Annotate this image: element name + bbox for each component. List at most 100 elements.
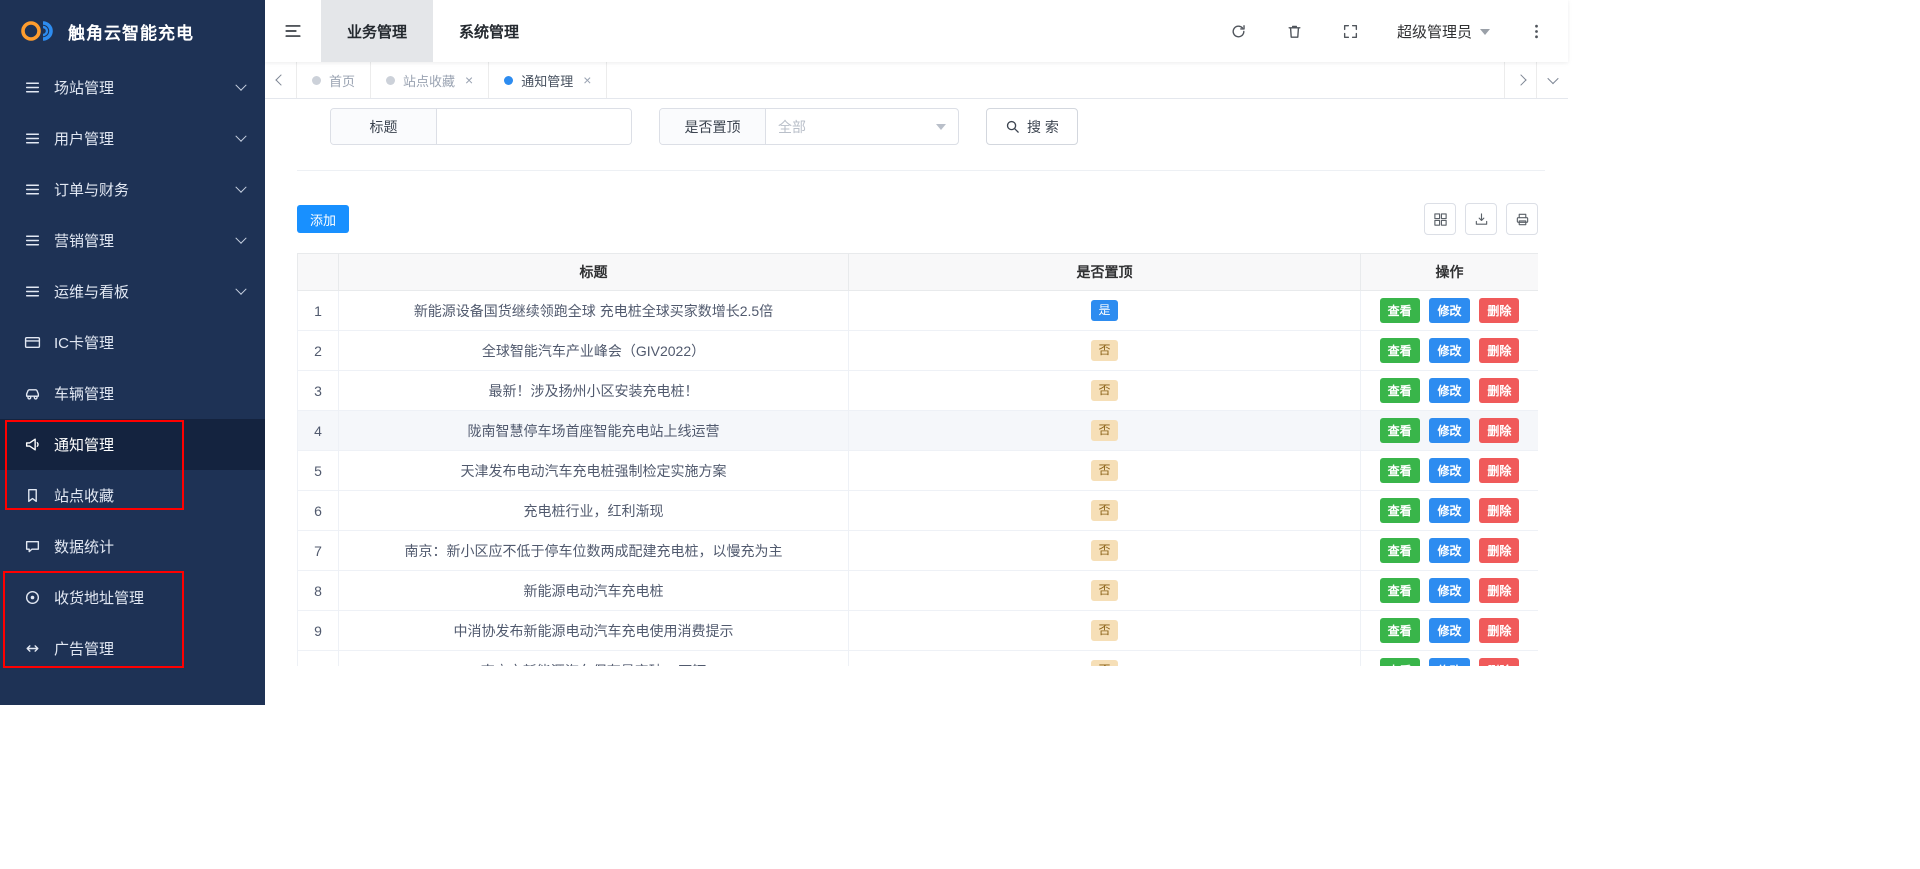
delete-button[interactable]: 删除 bbox=[1479, 658, 1520, 666]
filter-bar: 标题 是否置顶 全部 搜 索 bbox=[330, 108, 1078, 145]
table-row: 7 南京：新小区应不低于停车位数两成配建充电桩，以慢充为主 否 查看 修改 删除 bbox=[297, 530, 1538, 571]
view-button[interactable]: 查看 bbox=[1379, 538, 1420, 563]
topbar-actions: 超级管理员 bbox=[1229, 21, 1568, 42]
sidebar-item-shipping-address[interactable]: 收货地址管理 bbox=[0, 572, 265, 623]
edit-button[interactable]: 修改 bbox=[1429, 498, 1470, 523]
tags-menu-icon[interactable] bbox=[1536, 62, 1568, 98]
target-icon bbox=[24, 589, 41, 606]
topbar-tab-system[interactable]: 系统管理 bbox=[433, 0, 545, 62]
topbar: 业务管理 系统管理 超级管理员 bbox=[265, 0, 1568, 62]
view-button[interactable]: 查看 bbox=[1379, 378, 1420, 403]
card-icon bbox=[24, 334, 41, 351]
edit-button[interactable]: 修改 bbox=[1429, 458, 1470, 483]
fullscreen-icon[interactable] bbox=[1341, 21, 1361, 41]
sidebar-item-ic-card[interactable]: IC卡管理 bbox=[0, 317, 265, 368]
section-divider bbox=[297, 170, 1545, 171]
delete-button[interactable]: 删除 bbox=[1479, 498, 1520, 523]
add-button[interactable]: 添加 bbox=[297, 205, 350, 233]
edit-button[interactable]: 修改 bbox=[1429, 378, 1470, 403]
search-button[interactable]: 搜 索 bbox=[986, 108, 1078, 145]
arrows-icon bbox=[24, 640, 41, 657]
pinned-badge: 否 bbox=[1091, 380, 1118, 401]
close-icon[interactable]: × bbox=[583, 72, 591, 88]
list-icon bbox=[24, 232, 41, 249]
tag-site-favorites[interactable]: 站点收藏 × bbox=[371, 62, 490, 98]
edit-button[interactable]: 修改 bbox=[1429, 538, 1470, 563]
delete-button[interactable]: 删除 bbox=[1479, 338, 1520, 363]
user-menu[interactable]: 超级管理员 bbox=[1397, 21, 1490, 42]
logo-text: 触角云智能充电 bbox=[68, 23, 194, 43]
trash-icon[interactable] bbox=[1285, 21, 1305, 41]
view-button[interactable]: 查看 bbox=[1379, 418, 1420, 443]
megaphone-icon bbox=[24, 436, 41, 453]
collapse-sidebar-icon[interactable] bbox=[265, 0, 321, 62]
pinned-badge: 否 bbox=[1091, 580, 1118, 601]
view-button[interactable]: 查看 bbox=[1379, 458, 1420, 483]
edit-button[interactable]: 修改 bbox=[1429, 658, 1470, 666]
pinned-select[interactable]: 全部 bbox=[766, 109, 958, 144]
view-button[interactable]: 查看 bbox=[1379, 658, 1420, 666]
edit-button[interactable]: 修改 bbox=[1429, 418, 1470, 443]
view-button[interactable]: 查看 bbox=[1379, 618, 1420, 643]
view-button[interactable]: 查看 bbox=[1379, 298, 1420, 323]
tags-scroll-right-icon[interactable] bbox=[1504, 62, 1536, 98]
tag-notice-mgmt[interactable]: 通知管理 × bbox=[489, 62, 608, 98]
row-title: 新能源设备国货继续领跑全球 充电桩全球买家数增长2.5倍 bbox=[338, 290, 849, 331]
delete-button[interactable]: 删除 bbox=[1479, 378, 1520, 403]
logo: 触角云智能充电 bbox=[0, 0, 265, 62]
pinned-badge: 否 bbox=[1091, 420, 1118, 441]
refresh-icon[interactable] bbox=[1229, 21, 1249, 41]
table-header-row: 标题 是否置顶 操作 bbox=[297, 253, 1538, 291]
view-button[interactable]: 查看 bbox=[1379, 498, 1420, 523]
sidebar-item-ops-dashboard[interactable]: 运维与看板 bbox=[0, 266, 265, 317]
title-filter-label: 标题 bbox=[331, 109, 437, 144]
pinned-badge: 否 bbox=[1091, 660, 1118, 666]
row-title: 南京：新小区应不低于停车位数两成配建充电桩，以慢充为主 bbox=[338, 530, 849, 571]
delete-button[interactable]: 删除 bbox=[1479, 618, 1520, 643]
edit-button[interactable]: 修改 bbox=[1429, 578, 1470, 603]
notices-table: 标题 是否置顶 操作 1 新能源设备国货继续领跑全球 充电桩全球买家数增长2.5… bbox=[297, 253, 1538, 666]
sidebar-item-notice-mgmt[interactable]: 通知管理 bbox=[0, 419, 265, 470]
delete-button[interactable]: 删除 bbox=[1479, 458, 1520, 483]
tags-scroll-left-icon[interactable] bbox=[265, 62, 297, 98]
edit-button[interactable]: 修改 bbox=[1429, 298, 1470, 323]
more-icon[interactable] bbox=[1526, 21, 1546, 41]
print-icon[interactable] bbox=[1506, 203, 1538, 235]
tag-home[interactable]: 首页 bbox=[297, 62, 372, 98]
pinned-filter-label: 是否置顶 bbox=[660, 109, 766, 144]
table-row: 6 充电桩行业，红利渐现 否 查看 修改 删除 bbox=[297, 490, 1538, 531]
sidebar-item-station-mgmt[interactable]: 场站管理 bbox=[0, 62, 265, 113]
delete-button[interactable]: 删除 bbox=[1479, 538, 1520, 563]
close-icon[interactable]: × bbox=[465, 72, 473, 88]
delete-button[interactable]: 删除 bbox=[1479, 418, 1520, 443]
pinned-badge: 否 bbox=[1091, 460, 1118, 481]
sidebar-item-user-mgmt[interactable]: 用户管理 bbox=[0, 113, 265, 164]
sidebar-menu: 场站管理 用户管理 订单与财务 营销管理 运维与看板 IC卡管理 车辆管理 通知… bbox=[0, 62, 265, 674]
table-row: 1 新能源设备国货继续领跑全球 充电桩全球买家数增长2.5倍 是 查看 修改 删… bbox=[297, 290, 1538, 331]
col-index bbox=[297, 253, 339, 291]
table-row: 5 天津发布电动汽车充电桩强制检定实施方案 否 查看 修改 删除 bbox=[297, 450, 1538, 491]
bookmark-icon bbox=[24, 487, 41, 504]
sidebar-item-vehicle-mgmt[interactable]: 车辆管理 bbox=[0, 368, 265, 419]
edit-button[interactable]: 修改 bbox=[1429, 618, 1470, 643]
topbar-tab-business[interactable]: 业务管理 bbox=[321, 0, 434, 62]
view-button[interactable]: 查看 bbox=[1379, 578, 1420, 603]
pinned-badge: 否 bbox=[1091, 500, 1118, 521]
edit-button[interactable]: 修改 bbox=[1429, 338, 1470, 363]
sidebar-item-data-stats[interactable]: 数据统计 bbox=[0, 521, 265, 572]
chevron-down-icon bbox=[235, 181, 247, 193]
columns-icon[interactable] bbox=[1424, 203, 1456, 235]
view-button[interactable]: 查看 bbox=[1379, 338, 1420, 363]
title-input[interactable] bbox=[437, 109, 631, 144]
delete-button[interactable]: 删除 bbox=[1479, 298, 1520, 323]
table-row: 4 陇南智慧停车场首座智能充电站上线运营 否 查看 修改 删除 bbox=[297, 410, 1538, 451]
sidebar-item-ad-mgmt[interactable]: 广告管理 bbox=[0, 623, 265, 674]
sidebar-item-site-favorites[interactable]: 站点收藏 bbox=[0, 470, 265, 521]
delete-button[interactable]: 删除 bbox=[1479, 578, 1520, 603]
pinned-filter-group: 是否置顶 全部 bbox=[659, 108, 959, 145]
sidebar-item-order-finance[interactable]: 订单与财务 bbox=[0, 164, 265, 215]
export-icon[interactable] bbox=[1465, 203, 1497, 235]
col-title: 标题 bbox=[338, 253, 849, 291]
sidebar-item-marketing[interactable]: 营销管理 bbox=[0, 215, 265, 266]
row-title: 陇南智慧停车场首座智能充电站上线运营 bbox=[338, 410, 849, 451]
